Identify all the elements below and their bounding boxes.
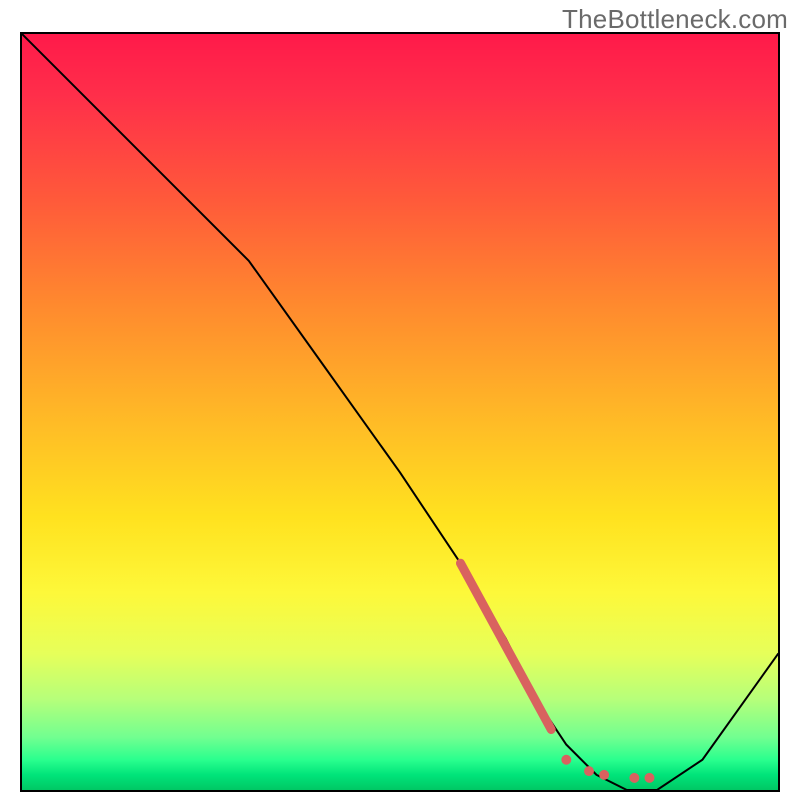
overlay-svg — [22, 34, 778, 790]
watermark-text: TheBottleneck.com — [562, 4, 788, 35]
highlight-dot — [645, 773, 655, 783]
highlight-dot — [561, 755, 571, 765]
chart-container: TheBottleneck.com — [0, 0, 800, 800]
highlight-dot — [599, 770, 609, 780]
plot-area — [20, 32, 780, 792]
highlight-dot — [629, 773, 639, 783]
highlight-dot — [584, 766, 594, 776]
highlight-segment — [460, 563, 551, 729]
bottleneck-curve-line — [22, 34, 778, 790]
highlight-dots — [561, 755, 654, 783]
